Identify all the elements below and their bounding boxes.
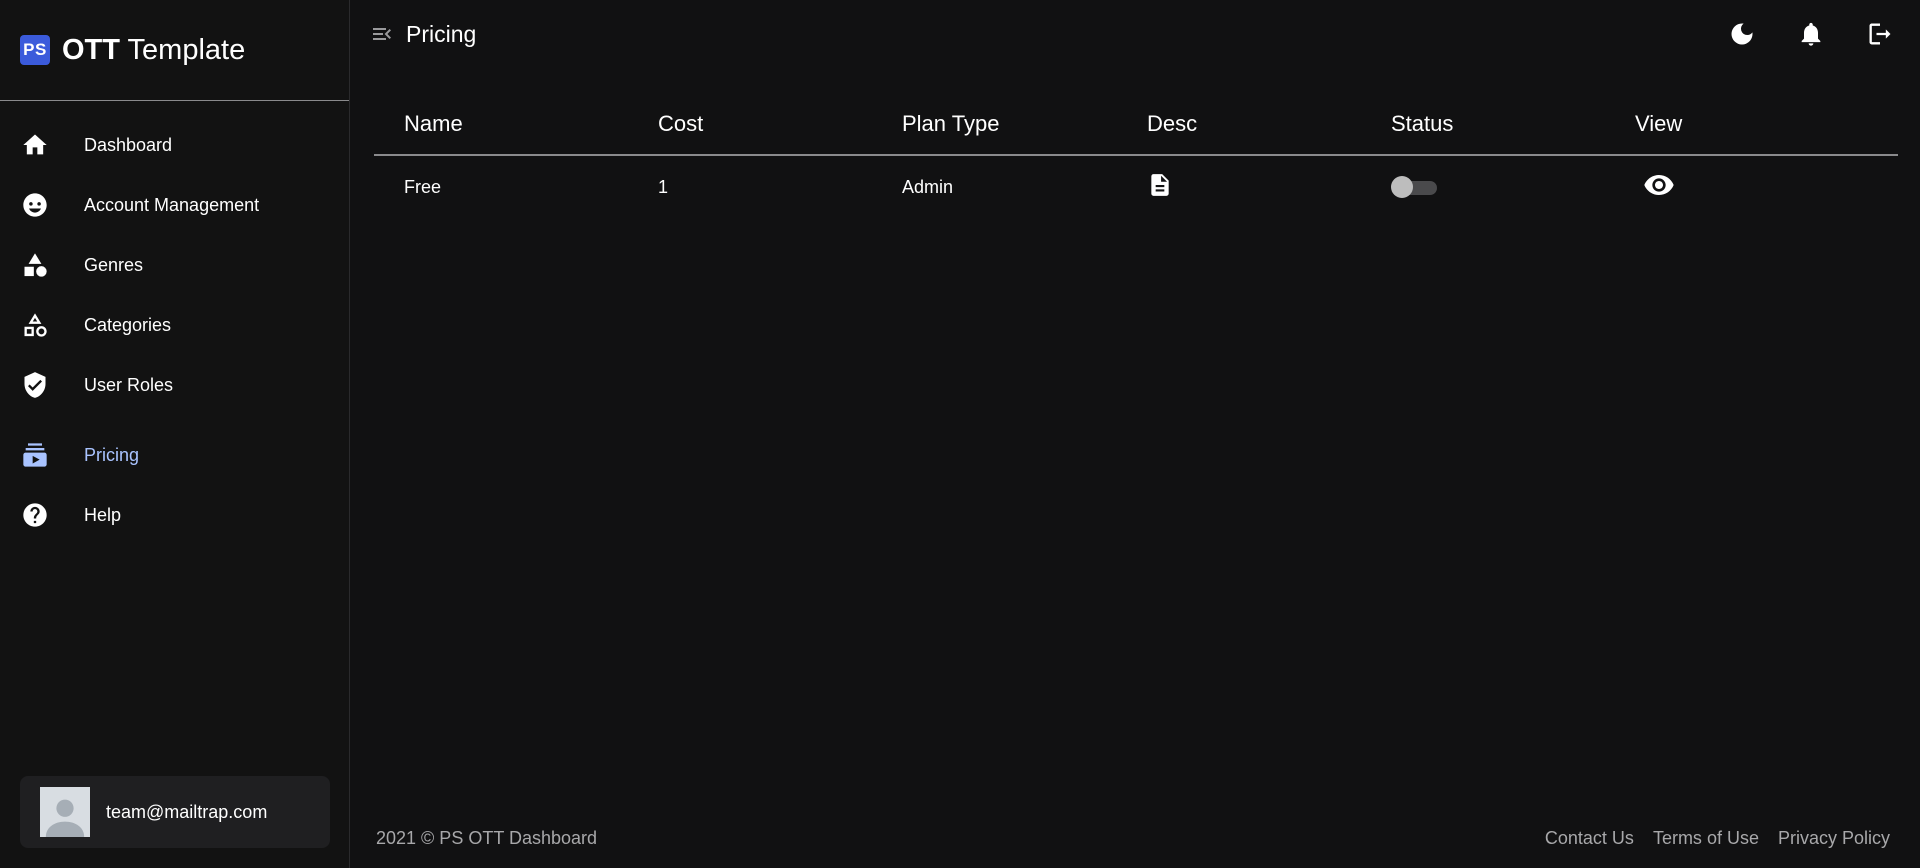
page-title: Pricing [406, 20, 477, 47]
brand-title: OTT Template [62, 34, 245, 67]
status-toggle[interactable] [1391, 176, 1437, 198]
sidebar-item-pricing[interactable]: Pricing [0, 425, 349, 485]
sidebar: PS OTT Template Dashboard Account Manage… [0, 0, 350, 868]
sidebar-item-label: User Roles [84, 374, 174, 395]
user-email: team@mailtrap.com [106, 801, 268, 822]
cell-view [1605, 169, 1898, 206]
sidebar-item-label: Help [84, 504, 122, 525]
brand-title-bold: OTT [62, 33, 120, 66]
shield-check-icon [20, 370, 50, 400]
column-header-status[interactable]: Status [1361, 111, 1605, 137]
sidebar-item-dashboard[interactable]: Dashboard [0, 115, 349, 175]
topbar: Pricing [350, 0, 1920, 68]
sidebar-item-label: Pricing [84, 444, 140, 465]
sidebar-item-label: Categories [84, 314, 172, 335]
column-header-desc[interactable]: Desc [1117, 111, 1361, 137]
footer: 2021 © PS OTT Dashboard Contact Us Terms… [350, 808, 1920, 868]
contact-us-link[interactable]: Contact Us [1545, 828, 1634, 849]
cell-name: Free [404, 176, 442, 197]
face-icon [20, 190, 50, 220]
sidebar-item-label: Account Management [84, 194, 260, 215]
topbar-actions [1693, 14, 1900, 54]
privacy-policy-link[interactable]: Privacy Policy [1778, 828, 1890, 849]
category-shapes-icon [20, 310, 50, 340]
app: PS OTT Template Dashboard Account Manage… [0, 0, 1920, 868]
table-row: Free 1 Admin [374, 156, 1898, 218]
subscriptions-icon [20, 440, 50, 470]
pricing-table: Name Cost Plan Type Desc Status View Fre… [350, 94, 1920, 218]
footer-copyright: 2021 © PS OTT Dashboard [376, 827, 598, 848]
column-header-cost[interactable]: Cost [628, 111, 872, 137]
toggle-thumb [1391, 176, 1413, 198]
avatar [40, 787, 90, 837]
footer-links: Contact Us Terms of Use Privacy Policy [1526, 828, 1890, 849]
document-icon[interactable] [1147, 170, 1173, 205]
cell-status [1361, 176, 1605, 198]
sidebar-item-genres[interactable]: Genres [0, 235, 349, 295]
sidebar-item-label: Dashboard [84, 134, 173, 155]
eye-icon[interactable] [1643, 169, 1675, 206]
sidebar-item-user-roles[interactable]: User Roles [0, 355, 349, 415]
brand[interactable]: PS OTT Template [0, 0, 349, 101]
dark-mode-icon[interactable] [1722, 14, 1762, 54]
notifications-icon[interactable] [1791, 14, 1831, 54]
brand-logo: PS [20, 35, 50, 65]
shapes-icon [20, 250, 50, 280]
logout-icon[interactable] [1860, 14, 1900, 54]
sidebar-item-label: Genres [84, 254, 144, 275]
sidebar-nav: Dashboard Account Management Genres Cate… [0, 101, 349, 545]
column-header-plan-type[interactable]: Plan Type [872, 111, 1117, 137]
sidebar-item-help[interactable]: Help [0, 485, 349, 545]
menu-collapse-icon[interactable] [370, 22, 394, 46]
help-circle-icon [20, 500, 50, 530]
sidebar-item-categories[interactable]: Categories [0, 295, 349, 355]
brand-title-rest: Template [120, 33, 246, 66]
terms-of-use-link[interactable]: Terms of Use [1653, 828, 1759, 849]
cell-plan-type: Admin [902, 176, 954, 197]
sidebar-item-account-management[interactable]: Account Management [0, 175, 349, 235]
column-header-name[interactable]: Name [374, 111, 628, 137]
cell-desc [1117, 170, 1361, 205]
cell-cost: 1 [658, 176, 669, 197]
home-icon [20, 130, 50, 160]
column-header-view[interactable]: View [1605, 111, 1898, 137]
table-header: Name Cost Plan Type Desc Status View [374, 94, 1898, 156]
user-card[interactable]: team@mailtrap.com [20, 776, 330, 848]
main-content: Pricing Name Cost Plan Type Desc Status [350, 0, 1920, 868]
